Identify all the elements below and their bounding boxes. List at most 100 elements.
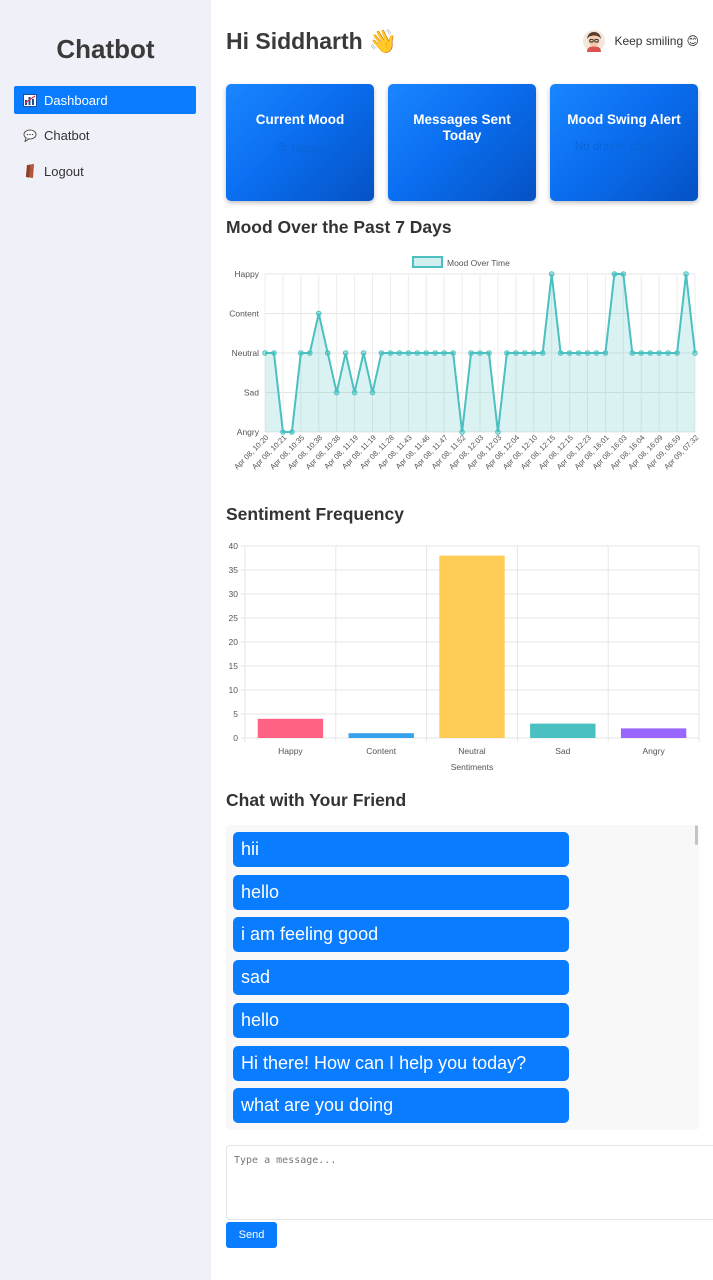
data-point[interactable] <box>360 350 367 356</box>
chat-message: Hi there! How can I help you today? <box>233 1045 569 1081</box>
data-point[interactable] <box>289 429 295 435</box>
data-point[interactable] <box>656 350 662 356</box>
bar[interactable] <box>620 728 687 738</box>
data-point[interactable] <box>280 429 286 435</box>
y-tick-label: Happy <box>234 269 259 279</box>
avatar[interactable] <box>583 30 606 52</box>
y-tick-label: 20 <box>229 637 239 647</box>
chat-message: i am feeling good <box>233 917 569 953</box>
data-point[interactable] <box>575 350 582 356</box>
y-tick-label: 35 <box>229 565 239 575</box>
message-input[interactable] <box>226 1145 713 1220</box>
y-tick-label: Sad <box>244 388 259 398</box>
data-point[interactable] <box>513 350 519 356</box>
chat-scrollbar[interactable] <box>695 825 698 845</box>
x-axis-label: Sentiments <box>451 762 494 772</box>
data-point[interactable] <box>638 350 645 356</box>
data-point[interactable] <box>387 350 394 356</box>
door-icon <box>23 164 37 178</box>
sidebar-item-chatbot[interactable]: Chatbot <box>14 121 196 149</box>
card-value: 😊 Happy <box>275 143 325 155</box>
data-point[interactable] <box>548 271 555 277</box>
data-point[interactable] <box>342 350 349 356</box>
tagline-text: Keep smiling 😊 <box>614 34 699 48</box>
send-button[interactable]: Send <box>226 1222 277 1248</box>
data-point[interactable] <box>450 350 456 356</box>
messages-sent-card: Messages Sent Today 15 <box>388 84 536 201</box>
x-tick-label: Neutral <box>458 746 486 756</box>
legend-swatch[interactable] <box>412 256 443 268</box>
data-point[interactable] <box>495 429 501 435</box>
data-point[interactable] <box>477 350 483 356</box>
data-point[interactable] <box>423 350 430 356</box>
data-point[interactable] <box>298 350 304 356</box>
y-tick-label: 5 <box>233 709 238 719</box>
sidebar-item-label: Dashboard <box>44 92 108 108</box>
data-point[interactable] <box>333 389 340 396</box>
bar[interactable] <box>348 733 414 738</box>
data-point[interactable] <box>620 271 627 277</box>
data-point[interactable] <box>629 350 636 356</box>
data-point[interactable] <box>674 350 680 356</box>
chat-message: hello <box>233 1002 569 1038</box>
x-tick-label: Angry <box>642 746 665 756</box>
data-point[interactable] <box>324 350 331 356</box>
data-point[interactable] <box>539 350 546 356</box>
data-point[interactable] <box>647 350 654 356</box>
speech-bubble-icon <box>23 128 37 142</box>
data-point[interactable] <box>271 350 277 356</box>
data-point[interactable] <box>369 389 376 396</box>
bar[interactable] <box>257 718 324 738</box>
sidebar: Chatbot Dashboard Chatbot Logout <box>0 0 211 1280</box>
mood-chart-title: Mood Over the Past 7 Days <box>226 217 452 237</box>
data-point[interactable] <box>468 350 474 356</box>
data-point[interactable] <box>593 350 600 356</box>
data-point[interactable] <box>504 350 510 356</box>
data-point[interactable] <box>584 350 591 356</box>
data-point[interactable] <box>306 350 313 356</box>
data-point[interactable] <box>530 350 537 356</box>
chat-messages-panel[interactable]: hii hello i am feeling good sad hello Hi ther… <box>226 825 699 1130</box>
user-status: Keep smiling 😊 <box>583 30 699 52</box>
y-tick-label: 40 <box>229 541 239 551</box>
data-point[interactable] <box>351 389 358 396</box>
data-point[interactable] <box>405 350 412 356</box>
chat-message: sad <box>233 960 569 996</box>
main-content: Hi Siddharth 👋 Keep smiling 😊 Current Moo… <box>211 0 713 1280</box>
data-point[interactable] <box>611 271 618 277</box>
data-point[interactable] <box>557 350 564 356</box>
data-point[interactable] <box>486 350 492 356</box>
data-point[interactable] <box>521 350 528 356</box>
data-point[interactable] <box>459 429 465 435</box>
data-point[interactable] <box>692 350 698 356</box>
card-title: Messages Sent Today <box>413 112 511 143</box>
sidebar-item-label: Logout <box>44 163 84 179</box>
data-point[interactable] <box>396 350 403 356</box>
data-point[interactable] <box>262 350 268 356</box>
x-tick-label: Happy <box>278 746 303 756</box>
data-point[interactable] <box>378 350 385 356</box>
data-point[interactable] <box>315 310 322 317</box>
y-tick-label: 25 <box>229 613 239 623</box>
data-point[interactable] <box>414 350 421 356</box>
sentiment-chart-title: Sentiment Frequency <box>226 504 404 524</box>
y-tick-label: Neutral <box>232 348 260 358</box>
sidebar-item-dashboard[interactable]: Dashboard <box>14 86 196 114</box>
data-point[interactable] <box>432 350 439 356</box>
data-point[interactable] <box>683 271 689 277</box>
y-tick-label: 10 <box>229 685 239 695</box>
data-point[interactable] <box>441 350 447 356</box>
legend-label[interactable]: Mood Over Time <box>447 258 510 268</box>
card-title: Mood Swing Alert <box>567 112 681 127</box>
y-tick-label: Content <box>229 309 259 319</box>
y-tick-label: 15 <box>229 661 239 671</box>
data-point[interactable] <box>602 350 609 356</box>
mood-swing-alert-card: Mood Swing Alert No drastic changes <box>550 84 698 201</box>
sidebar-item-logout[interactable]: Logout <box>14 157 196 185</box>
app-brand: Chatbot <box>56 34 155 64</box>
data-point[interactable] <box>566 350 573 356</box>
data-point[interactable] <box>665 350 671 356</box>
greeting-heading: Hi Siddharth 👋 <box>226 28 397 55</box>
bar[interactable] <box>530 723 596 738</box>
bar[interactable] <box>439 555 505 738</box>
